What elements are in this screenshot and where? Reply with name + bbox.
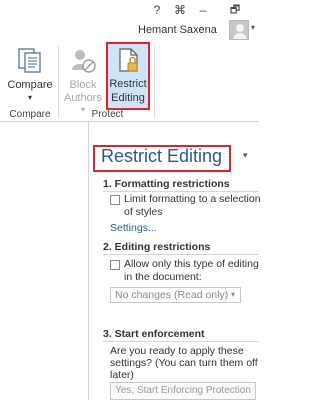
- ribbon-display-options-button[interactable]: ⌘: [171, 2, 189, 18]
- minimize-button[interactable]: –: [194, 2, 212, 18]
- group-separator: [58, 46, 59, 118]
- avatar[interactable]: [229, 20, 249, 40]
- block-authors-button[interactable]: Block Authors ▾: [61, 46, 105, 114]
- allow-only-editing-checkbox[interactable]: [110, 260, 120, 270]
- pane-title: Restrict Editing: [101, 146, 223, 166]
- editing-restrictions-heading: 2. Editing restrictions: [103, 241, 211, 253]
- account-name[interactable]: Hemant Saxena: [138, 24, 217, 36]
- allow-only-editing-label-line1: Allow only this type of editing: [124, 258, 259, 270]
- limit-formatting-label-line1: Limit formatting to a selection: [124, 193, 261, 205]
- restore-button[interactable]: 🗗: [226, 2, 244, 18]
- title-bar: [0, 0, 259, 42]
- help-button[interactable]: ?: [148, 2, 166, 18]
- formatting-restrictions-heading: 1. Formatting restrictions: [103, 178, 230, 190]
- group-separator: [154, 46, 155, 118]
- protect-group-label: Protect: [91, 109, 124, 120]
- enforcement-question-line3: later): [110, 369, 134, 381]
- start-enforcement-heading: 3. Start enforcement: [103, 328, 205, 340]
- block-authors-icon: [72, 50, 96, 73]
- compare-documents-icon: [18, 48, 41, 73]
- allow-only-editing-label-line2: in the document:: [124, 271, 202, 283]
- restrict-editing-label-line1: Restrict: [109, 78, 147, 90]
- limit-formatting-checkbox[interactable]: [110, 195, 120, 205]
- block-authors-label-line1: Block: [69, 79, 97, 91]
- restrict-editing-button[interactable]: Restrict Editing: [106, 42, 150, 110]
- pane-options-chevron-down-icon[interactable]: ▾: [243, 150, 248, 161]
- chevron-down-icon: ▾: [225, 288, 240, 302]
- limit-formatting-label-line2: of styles: [124, 206, 163, 218]
- settings-link[interactable]: Settings...: [110, 222, 157, 234]
- section-divider: [103, 191, 259, 192]
- avatar-shoulders: [233, 33, 247, 39]
- account-chevron-down-icon[interactable]: ▾: [251, 23, 255, 32]
- restrict-editing-icon: [119, 48, 138, 72]
- compare-button[interactable]: Compare ▾: [6, 46, 54, 106]
- section-divider: [103, 254, 259, 255]
- start-enforcing-protection-button[interactable]: Yes, Start Enforcing Protection: [110, 382, 256, 400]
- editing-type-select-value: No changes (Read only): [115, 289, 229, 301]
- avatar-head: [236, 24, 244, 32]
- compare-group-label: Compare: [9, 109, 51, 120]
- restrict-editing-label-line2: Editing: [111, 92, 145, 104]
- section-divider: [103, 341, 259, 342]
- editing-type-select[interactable]: No changes (Read only) ▾: [110, 287, 241, 303]
- chevron-down-icon: ▾: [27, 93, 32, 102]
